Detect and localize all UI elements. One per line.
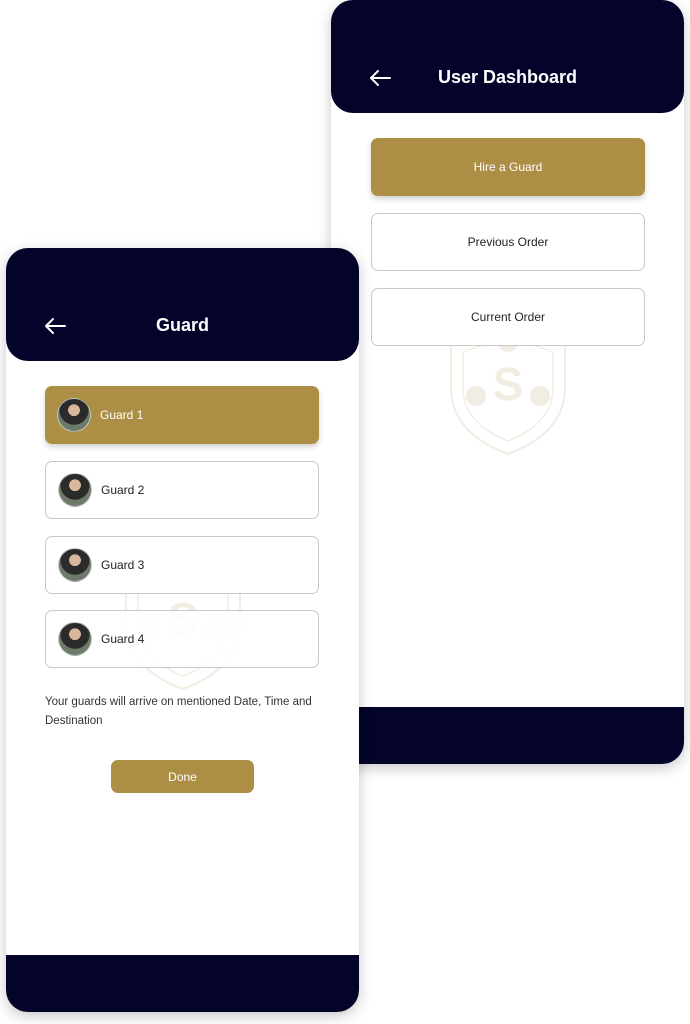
dashboard-header: User Dashboard — [331, 0, 684, 113]
guard-label: Guard 4 — [101, 632, 145, 646]
guard-option-2[interactable]: Guard 2 — [45, 461, 319, 519]
current-order-button[interactable]: Current Order — [371, 288, 645, 346]
guard-option-1[interactable]: Guard 1 — [45, 386, 319, 444]
guard-screen: Guard S Guard 1 Guard 2 Guard 3 Guard 4 … — [6, 248, 359, 1012]
guard-option-4[interactable]: Guard 4 — [45, 610, 319, 668]
dashboard-title: User Dashboard — [437, 67, 578, 87]
previous-order-button[interactable]: Previous Order — [371, 213, 645, 271]
guard-avatar — [58, 622, 92, 656]
guard-label: Guard 2 — [101, 483, 145, 497]
arrival-info-text: Your guards will arrive on mentioned Dat… — [45, 696, 312, 727]
done-button[interactable]: Done — [111, 760, 254, 793]
stage: User Dashboard S Hire a Guard Previous O… — [0, 0, 690, 1024]
guard-footer — [6, 955, 359, 1012]
svg-text:S: S — [493, 358, 524, 410]
hire-guard-button[interactable]: Hire a Guard — [371, 138, 645, 196]
dashboard-footer — [331, 707, 684, 764]
guard-option-3[interactable]: Guard 3 — [45, 536, 319, 594]
guard-avatar — [57, 398, 91, 432]
guard-label: Guard 1 — [100, 408, 144, 422]
dashboard-screen: User Dashboard S Hire a Guard Previous O… — [331, 0, 684, 764]
guard-avatar — [58, 548, 92, 582]
guard-label: Guard 3 — [101, 558, 145, 572]
guard-header: Guard — [6, 248, 359, 361]
guard-avatar — [58, 473, 92, 507]
guard-title: Guard — [155, 315, 209, 335]
